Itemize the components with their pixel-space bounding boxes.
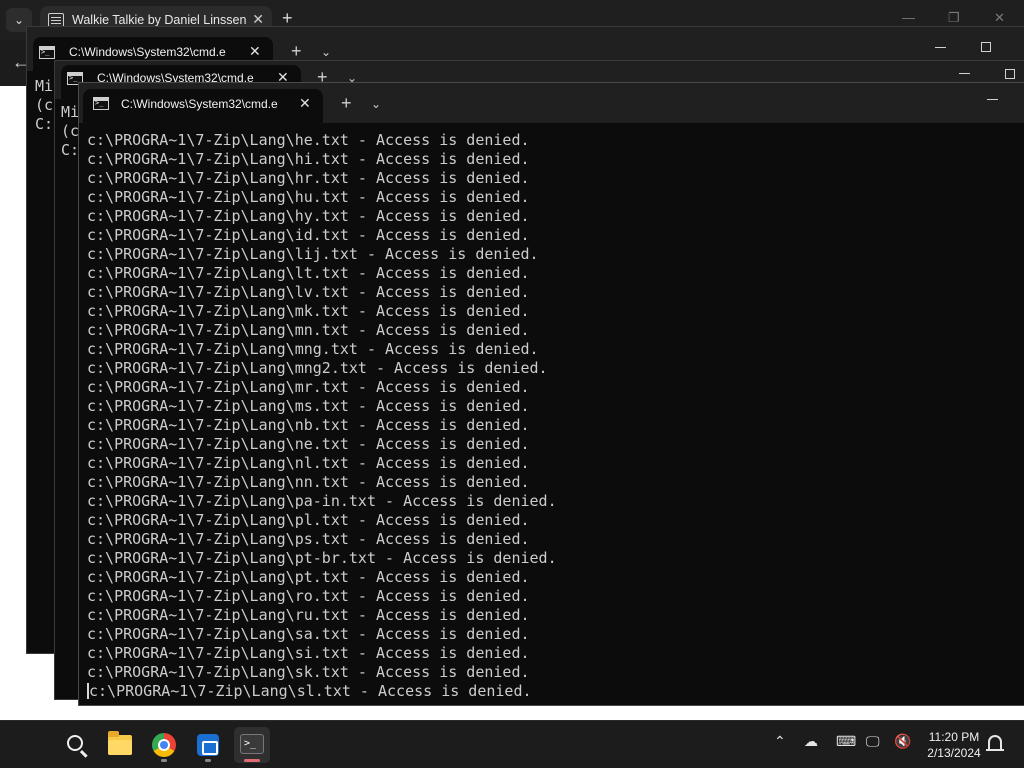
terminal-line: c:\PROGRA~1\7-Zip\Lang\lij.txt - Access … <box>87 245 539 263</box>
terminal-line: c:\PROGRA~1\7-Zip\Lang\id.txt - Access i… <box>87 226 530 244</box>
chrome-icon <box>152 733 176 757</box>
terminal-titlebar[interactable]: C:\Windows\System32\cmd.e ✕ + ⌄ <box>79 83 1024 123</box>
taskbar-file-explorer[interactable] <box>102 727 138 763</box>
terminal-line: c:\PROGRA~1\7-Zip\Lang\hu.txt - Access i… <box>87 188 530 206</box>
terminal-line: c:\PROGRA~1\7-Zip\Lang\nn.txt - Access i… <box>87 473 530 491</box>
taskbar-search-button[interactable] <box>58 727 94 763</box>
terminal-window-front[interactable]: C:\Windows\System32\cmd.e ✕ + ⌄ c:\PROGR… <box>78 82 1024 706</box>
terminal-line: c:\PROGRA~1\7-Zip\Lang\ps.txt - Access i… <box>87 530 530 548</box>
terminal-tab-title: C:\Windows\System32\cmd.e <box>69 45 226 59</box>
clock[interactable]: 11:20 PM 2/13/2024 <box>922 729 986 761</box>
terminal-dropdown-button[interactable]: ⌄ <box>321 45 331 59</box>
running-indicator <box>205 759 211 762</box>
terminal-line: c:\PROGRA~1\7-Zip\Lang\si.txt - Access i… <box>87 644 530 662</box>
browser-maximize-button[interactable]: ❐ <box>948 10 960 26</box>
terminal-minimize-button[interactable] <box>987 99 998 100</box>
terminal-new-tab-button[interactable]: + <box>341 93 352 114</box>
terminal-minimize-button[interactable] <box>959 73 970 74</box>
terminal-new-tab-button[interactable]: + <box>291 41 302 62</box>
file-explorer-icon <box>108 731 132 755</box>
terminal-tab-close-icon[interactable]: ✕ <box>299 95 311 112</box>
notification-bell-icon[interactable] <box>986 735 1004 751</box>
running-indicator <box>161 759 167 762</box>
search-icon <box>67 735 83 751</box>
terminal-line: c:\PROGRA~1\7-Zip\Lang\mk.txt - Access i… <box>87 302 530 320</box>
terminal-output[interactable]: c:\PROGRA~1\7-Zip\Lang\he.txt - Access i… <box>79 123 1024 705</box>
terminal-line-text: c:\PROGRA~1\7-Zip\Lang\sl.txt - Access i… <box>89 682 532 700</box>
terminal-tab-close-icon[interactable]: ✕ <box>249 43 261 60</box>
terminal-line: c:\PROGRA~1\7-Zip\Lang\ru.txt - Access i… <box>87 606 530 624</box>
taskbar-chrome[interactable] <box>146 727 182 763</box>
terminal-line: c:\PROGRA~1\7-Zip\Lang\nb.txt - Access i… <box>87 416 530 434</box>
keyboard-icon[interactable]: ⌨ <box>836 733 856 750</box>
network-icon[interactable]: 🖵 <box>866 733 880 750</box>
terminal-minimize-button[interactable] <box>935 47 946 48</box>
terminal-line: c:\PROGRA~1\7-Zip\Lang\mr.txt - Access i… <box>87 378 530 396</box>
terminal-maximize-button[interactable] <box>981 42 991 52</box>
terminal-line: c:\PROGRA~1\7-Zip\Lang\ro.txt - Access i… <box>87 587 530 605</box>
desktop: ⌄ Walkie Talkie by Daniel Linssen ✕ + — … <box>0 0 1024 768</box>
terminal-line: c:\PROGRA~1\7-Zip\Lang\sl.txt - Access i… <box>87 682 1024 701</box>
terminal-line: c:\PROGRA~1\7-Zip\Lang\nl.txt - Access i… <box>87 454 530 472</box>
clock-date: 2/13/2024 <box>927 746 981 760</box>
volume-muted-icon[interactable]: 🔇 <box>894 733 911 750</box>
terminal-line: c:\PROGRA~1\7-Zip\Lang\hr.txt - Access i… <box>87 169 530 187</box>
terminal-line: c:\PROGRA~1\7-Zip\Lang\hy.txt - Access i… <box>87 207 530 225</box>
terminal-line: c:\PROGRA~1\7-Zip\Lang\mng.txt - Access … <box>87 340 539 358</box>
terminal-line: c:\PROGRA~1\7-Zip\Lang\ms.txt - Access i… <box>87 397 530 415</box>
cmd-icon <box>39 46 55 59</box>
browser-tab-title: Walkie Talkie by Daniel Linssen <box>72 13 247 27</box>
terminal-line: c:\PROGRA~1\7-Zip\Lang\ne.txt - Access i… <box>87 435 530 453</box>
terminal-line: c:\PROGRA~1\7-Zip\Lang\pt-br.txt - Acces… <box>87 549 557 567</box>
terminal-line: c:\PROGRA~1\7-Zip\Lang\mn.txt - Access i… <box>87 321 530 339</box>
terminal-line: c:\PROGRA~1\7-Zip\Lang\he.txt - Access i… <box>87 131 530 149</box>
store-icon <box>197 734 219 756</box>
cmd-icon <box>93 97 109 110</box>
terminal-line: c:\PROGRA~1\7-Zip\Lang\lt.txt - Access i… <box>87 264 530 282</box>
terminal-line: c:\PROGRA~1\7-Zip\Lang\sa.txt - Access i… <box>87 625 530 643</box>
active-indicator <box>244 759 260 762</box>
terminal-line: c:\PROGRA~1\7-Zip\Lang\mng2.txt - Access… <box>87 359 548 377</box>
terminal-line: c:\PROGRA~1\7-Zip\Lang\pt.txt - Access i… <box>87 568 530 586</box>
browser-minimize-button[interactable]: — <box>902 10 915 25</box>
taskbar-terminal[interactable]: >_ <box>234 727 270 763</box>
taskbar-store[interactable] <box>190 727 226 763</box>
terminal-dropdown-button[interactable]: ⌄ <box>371 97 381 111</box>
terminal-icon: >_ <box>240 734 264 754</box>
terminal-line: c:\PROGRA~1\7-Zip\Lang\sk.txt - Access i… <box>87 663 530 681</box>
taskbar: >_ ⌃ ☁ ⌨ 🖵 🔇 11:20 PM 2/13/2024 <box>0 720 1024 768</box>
terminal-maximize-button[interactable] <box>1005 69 1015 79</box>
tray-chevron-icon[interactable]: ⌃ <box>774 733 786 750</box>
terminal-line: c:\PROGRA~1\7-Zip\Lang\pl.txt - Access i… <box>87 511 530 529</box>
terminal-line: c:\PROGRA~1\7-Zip\Lang\pa-in.txt - Acces… <box>87 492 557 510</box>
browser-close-button[interactable]: ✕ <box>994 10 1005 26</box>
terminal-tab-title: C:\Windows\System32\cmd.e <box>121 97 278 111</box>
terminal-line: c:\PROGRA~1\7-Zip\Lang\hi.txt - Access i… <box>87 150 530 168</box>
terminal-line: c:\PROGRA~1\7-Zip\Lang\lv.txt - Access i… <box>87 283 530 301</box>
clock-time: 11:20 PM <box>928 730 980 744</box>
onedrive-icon[interactable]: ☁ <box>804 733 818 750</box>
